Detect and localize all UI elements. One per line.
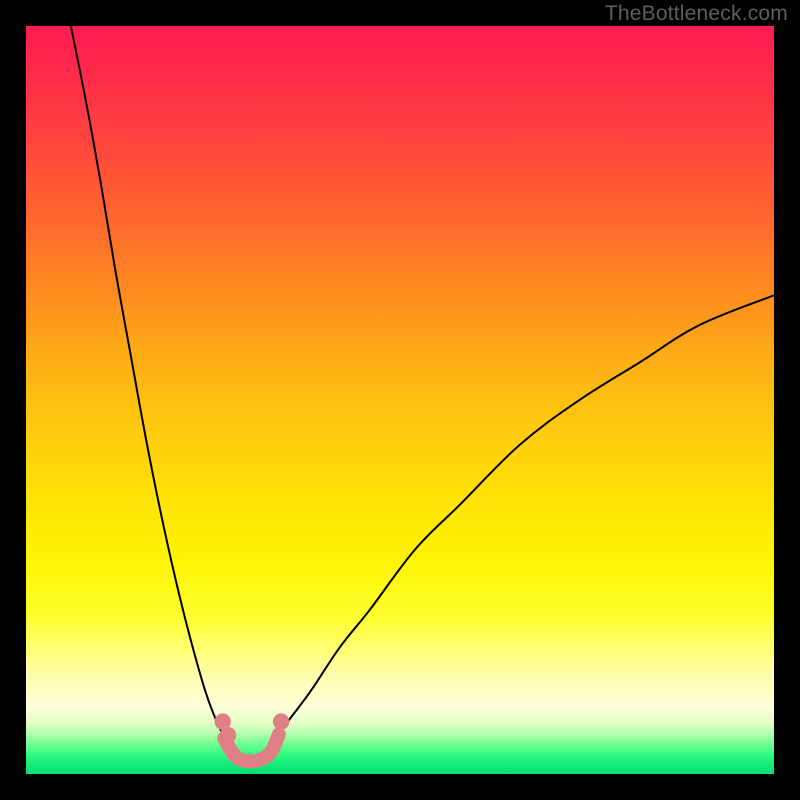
outer-frame: TheBottleneck.com [0, 0, 800, 800]
left-branch-curve [71, 26, 228, 744]
right-branch-curve [273, 295, 774, 744]
curve-overlay [26, 26, 774, 774]
plot-area [26, 26, 774, 774]
watermark-text: TheBottleneck.com [605, 2, 788, 26]
marker-right-dot [273, 713, 289, 729]
marker-left-dot-lower [220, 727, 236, 743]
